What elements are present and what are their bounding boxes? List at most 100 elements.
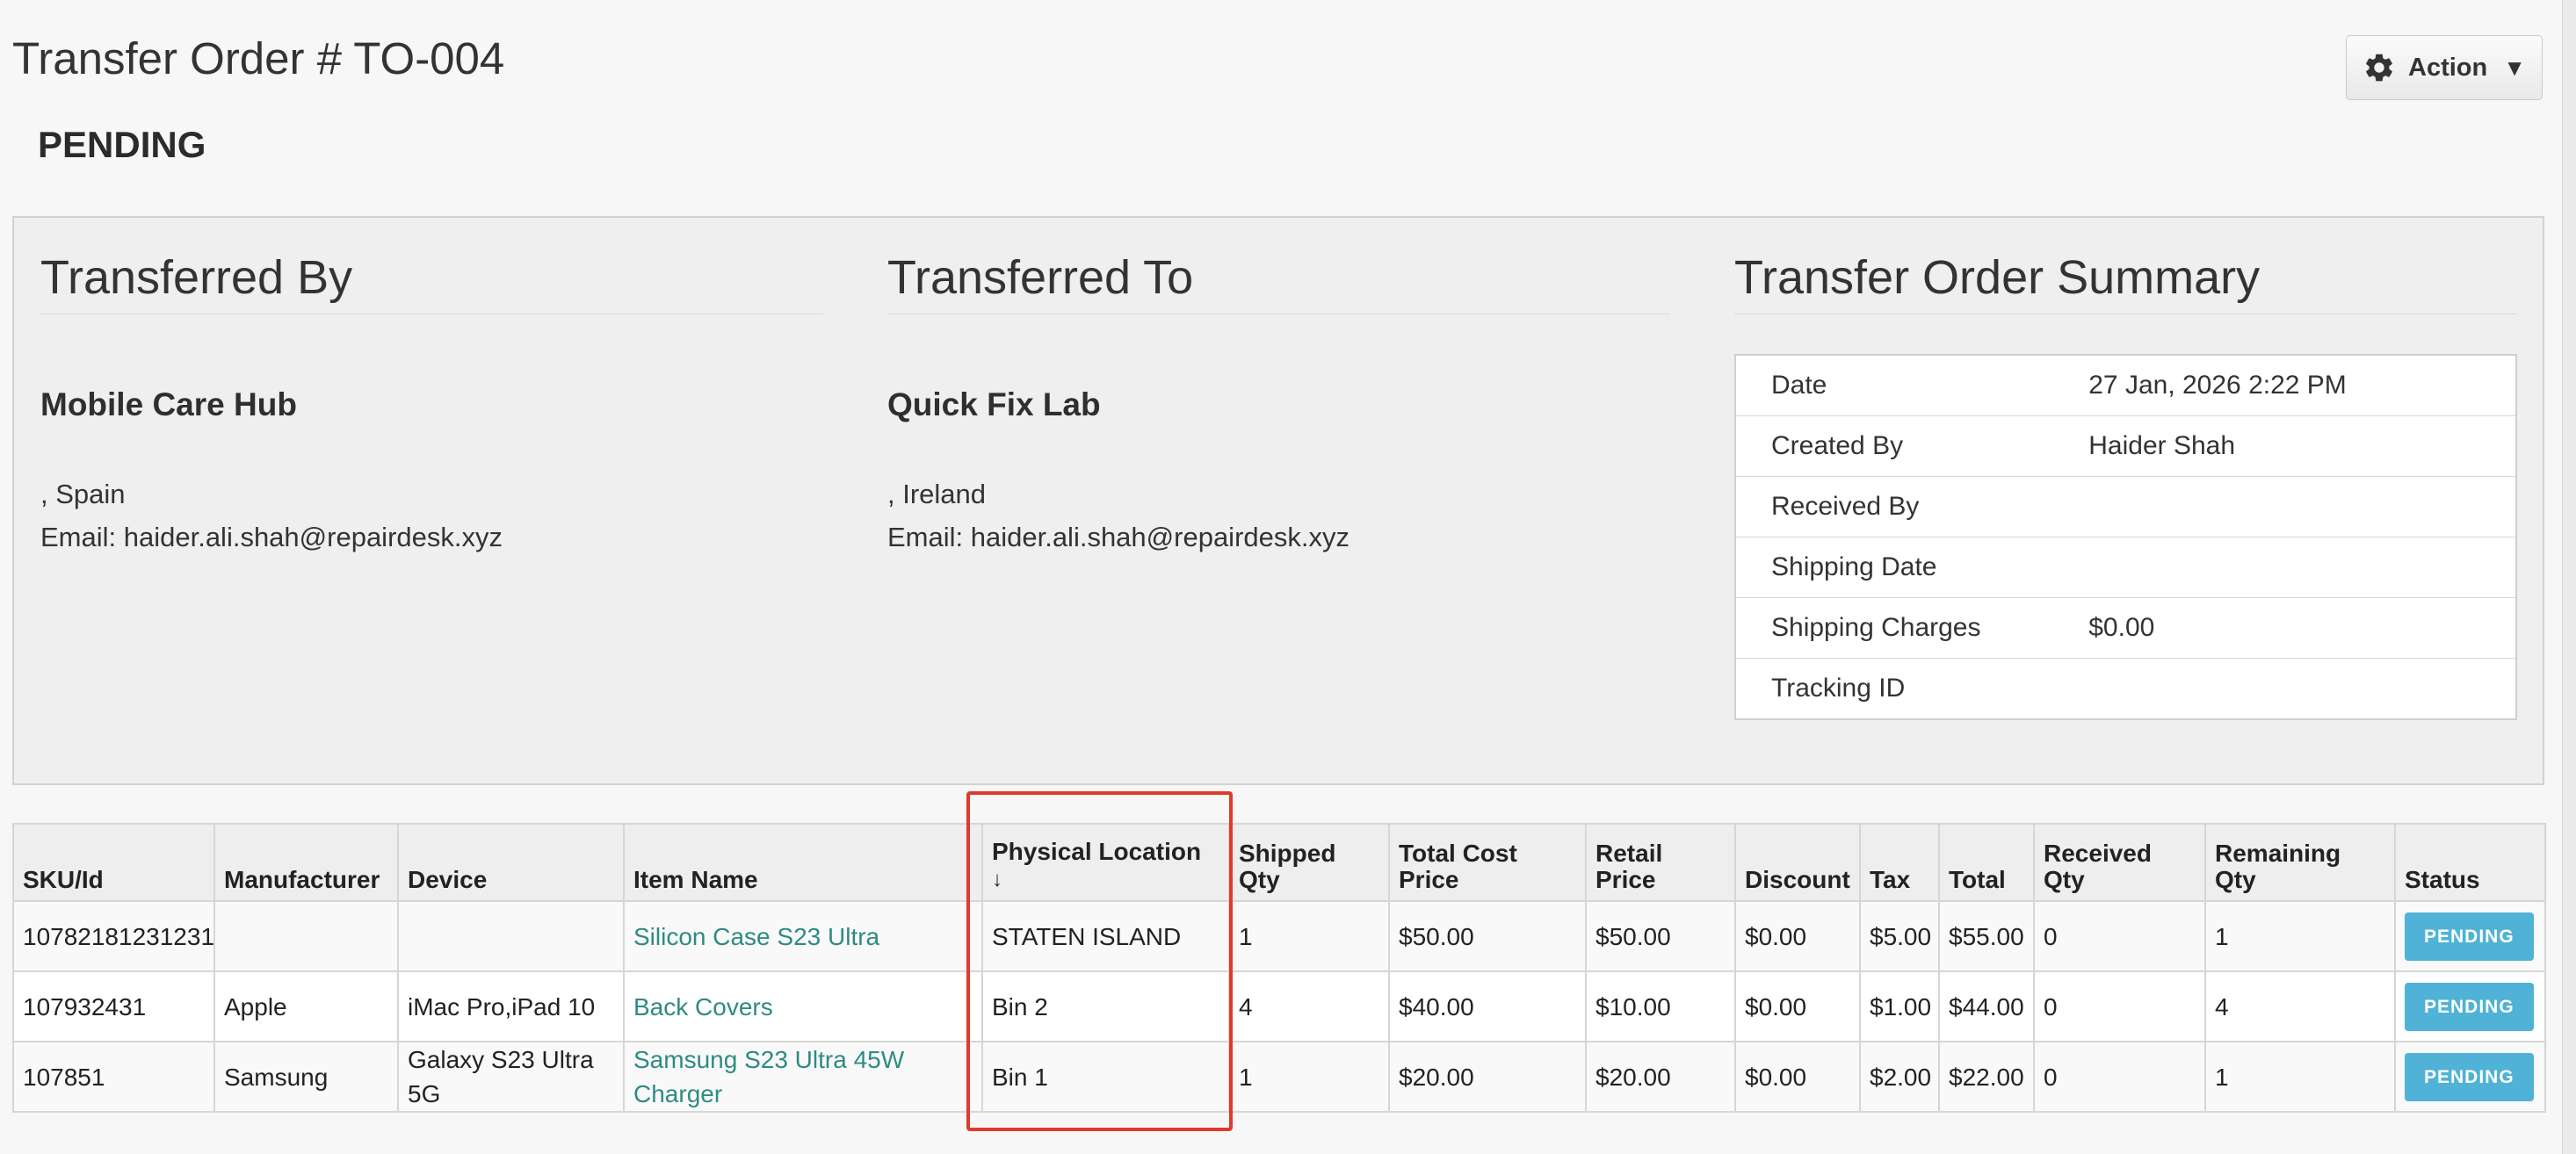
summary-label: Created By bbox=[1735, 415, 2089, 477]
cell-sku: 107851 bbox=[12, 1041, 215, 1113]
cell-shipped-qty: 1 bbox=[1228, 900, 1390, 972]
summary-row-created-by: Created By Haider Shah bbox=[1735, 415, 2516, 477]
transferred-by-heading: Transferred By bbox=[40, 249, 823, 314]
summary-row-received-by: Received By bbox=[1735, 476, 2516, 537]
summary-value: Haider Shah bbox=[2088, 415, 2516, 477]
cell-tax: $1.00 bbox=[1859, 970, 1940, 1042]
column-header-tax[interactable]: Tax bbox=[1859, 823, 1940, 902]
cell-total-cost-price: $20.00 bbox=[1388, 1041, 1587, 1113]
column-header-physical-location[interactable]: Physical Location ↓ bbox=[981, 823, 1230, 902]
column-header-sku[interactable]: SKU/Id bbox=[12, 823, 215, 902]
cell-total-cost-price: $40.00 bbox=[1388, 970, 1587, 1042]
column-header-total[interactable]: Total bbox=[1938, 823, 2035, 902]
chevron-down-icon: ▼ bbox=[2503, 54, 2526, 81]
summary-table: Date 27 Jan, 2026 2:22 PM Created By Haide… bbox=[1734, 354, 2517, 720]
summary-row-date: Date 27 Jan, 2026 2:22 PM bbox=[1735, 355, 2516, 416]
status-badge: PENDING bbox=[2405, 1052, 2534, 1101]
column-header-discount[interactable]: Discount bbox=[1734, 823, 1861, 902]
table-header-row: SKU/Id Manufacturer Device Item Name Phy… bbox=[12, 823, 2546, 902]
summary-label: Received By bbox=[1735, 476, 2089, 537]
transferred-to-heading: Transferred To bbox=[887, 249, 1670, 314]
cell-total-cost-price: $50.00 bbox=[1388, 900, 1587, 972]
column-header-status[interactable]: Status bbox=[2394, 823, 2546, 902]
cell-device bbox=[397, 900, 625, 972]
summary-label: Tracking ID bbox=[1735, 658, 2089, 720]
cell-total: $22.00 bbox=[1938, 1041, 2035, 1113]
cell-physical-location: Bin 1 bbox=[981, 1041, 1230, 1113]
cell-remaining-qty: 1 bbox=[2204, 900, 2396, 972]
transferred-by-email: Email: haider.ali.shah@repairdesk.xyz bbox=[40, 522, 503, 552]
cell-status: PENDING bbox=[2394, 900, 2546, 972]
cell-received-qty: 0 bbox=[2033, 970, 2206, 1042]
cell-device: iMac Pro,iPad 10 bbox=[397, 970, 625, 1042]
summary-row-tracking-id: Tracking ID bbox=[1735, 658, 2516, 720]
transfer-info-panel: Transferred By Mobile Care Hub , Spain E… bbox=[12, 216, 2544, 785]
summary-value: $0.00 bbox=[2088, 597, 2516, 659]
column-header-retail-price[interactable]: Retail Price bbox=[1585, 823, 1736, 902]
action-button-label: Action bbox=[2408, 53, 2488, 82]
summary-row-shipping-date: Shipping Date bbox=[1735, 537, 2516, 598]
table-row: 107932431 Apple iMac Pro,iPad 10 Back Co… bbox=[12, 970, 2546, 1042]
summary-value: 27 Jan, 2026 2:22 PM bbox=[2088, 355, 2516, 416]
summary-row-shipping-charges: Shipping Charges $0.00 bbox=[1735, 597, 2516, 659]
cell-discount: $0.00 bbox=[1734, 900, 1861, 972]
cell-manufacturer bbox=[213, 900, 399, 972]
summary-value bbox=[2088, 658, 2516, 720]
cell-shipped-qty: 1 bbox=[1228, 1041, 1390, 1113]
column-header-received-qty[interactable]: Received Qty bbox=[2033, 823, 2206, 902]
sort-arrow-icon: ↓ bbox=[992, 868, 1002, 891]
transferred-by-address: , Spain bbox=[40, 479, 126, 509]
cell-status: PENDING bbox=[2394, 970, 2546, 1042]
status-badge: PENDING bbox=[2405, 912, 2534, 961]
transferred-to-section: Transferred To bbox=[887, 249, 1670, 314]
column-header-item-name[interactable]: Item Name bbox=[623, 823, 983, 902]
item-name-link[interactable]: Samsung S23 Ultra 45W Charger bbox=[623, 1041, 983, 1113]
transferred-by-name: Mobile Care Hub bbox=[40, 386, 297, 422]
cell-remaining-qty: 4 bbox=[2204, 970, 2396, 1042]
column-header-physical-location-label: Physical Location bbox=[992, 838, 1202, 865]
cell-sku: 107821812312312 bbox=[12, 900, 215, 972]
column-header-shipped-qty[interactable]: Shipped Qty bbox=[1228, 823, 1390, 902]
transferred-to-name: Quick Fix Lab bbox=[887, 386, 1101, 422]
page-title: Transfer Order # TO-004 bbox=[12, 33, 505, 83]
cell-sku: 107932431 bbox=[12, 970, 215, 1042]
cell-received-qty: 0 bbox=[2033, 1041, 2206, 1113]
cell-manufacturer: Samsung bbox=[213, 1041, 399, 1113]
cell-tax: $5.00 bbox=[1859, 900, 1940, 972]
cell-retail-price: $20.00 bbox=[1585, 1041, 1736, 1113]
cell-discount: $0.00 bbox=[1734, 970, 1861, 1042]
cell-device: Galaxy S23 Ultra 5G bbox=[397, 1041, 625, 1113]
items-table: SKU/Id Manufacturer Device Item Name Phy… bbox=[12, 823, 2546, 1113]
cell-manufacturer: Apple bbox=[213, 970, 399, 1042]
item-name-link[interactable]: Silicon Case S23 Ultra bbox=[623, 900, 983, 972]
summary-section: Transfer Order Summary bbox=[1734, 249, 2517, 314]
cell-tax: $2.00 bbox=[1859, 1041, 1940, 1113]
table-row: 107851 Samsung Galaxy S23 Ultra 5G Samsu… bbox=[12, 1041, 2546, 1113]
cell-retail-price: $10.00 bbox=[1585, 970, 1736, 1042]
cell-total: $55.00 bbox=[1938, 900, 2035, 972]
transferred-by-section: Transferred By bbox=[40, 249, 823, 314]
status-badge: PENDING bbox=[2405, 982, 2534, 1031]
summary-value bbox=[2088, 537, 2516, 598]
cell-physical-location: STATEN ISLAND bbox=[981, 900, 1230, 972]
table-row: 107821812312312 Silicon Case S23 Ultra S… bbox=[12, 900, 2546, 972]
transferred-to-address: , Ireland bbox=[887, 479, 987, 509]
transferred-to-email: Email: haider.ali.shah@repairdesk.xyz bbox=[887, 522, 1350, 552]
action-button[interactable]: Action ▼ bbox=[2346, 35, 2543, 100]
cell-received-qty: 0 bbox=[2033, 900, 2206, 972]
order-status-heading: PENDING bbox=[38, 124, 206, 165]
cell-retail-price: $50.00 bbox=[1585, 900, 1736, 972]
item-name-link[interactable]: Back Covers bbox=[623, 970, 983, 1042]
column-header-remaining-qty[interactable]: Remaining Qty bbox=[2204, 823, 2396, 902]
cell-discount: $0.00 bbox=[1734, 1041, 1861, 1113]
column-header-manufacturer[interactable]: Manufacturer bbox=[213, 823, 399, 902]
summary-label: Shipping Charges bbox=[1735, 597, 2089, 659]
column-header-device[interactable]: Device bbox=[397, 823, 625, 902]
summary-heading: Transfer Order Summary bbox=[1734, 249, 2517, 314]
cell-physical-location: Bin 2 bbox=[981, 970, 1230, 1042]
cell-total: $44.00 bbox=[1938, 970, 2035, 1042]
cell-status: PENDING bbox=[2394, 1041, 2546, 1113]
scrollbar[interactable] bbox=[2562, 0, 2576, 1154]
column-header-total-cost-price[interactable]: Total Cost Price bbox=[1388, 823, 1587, 902]
gear-icon bbox=[2366, 54, 2392, 82]
